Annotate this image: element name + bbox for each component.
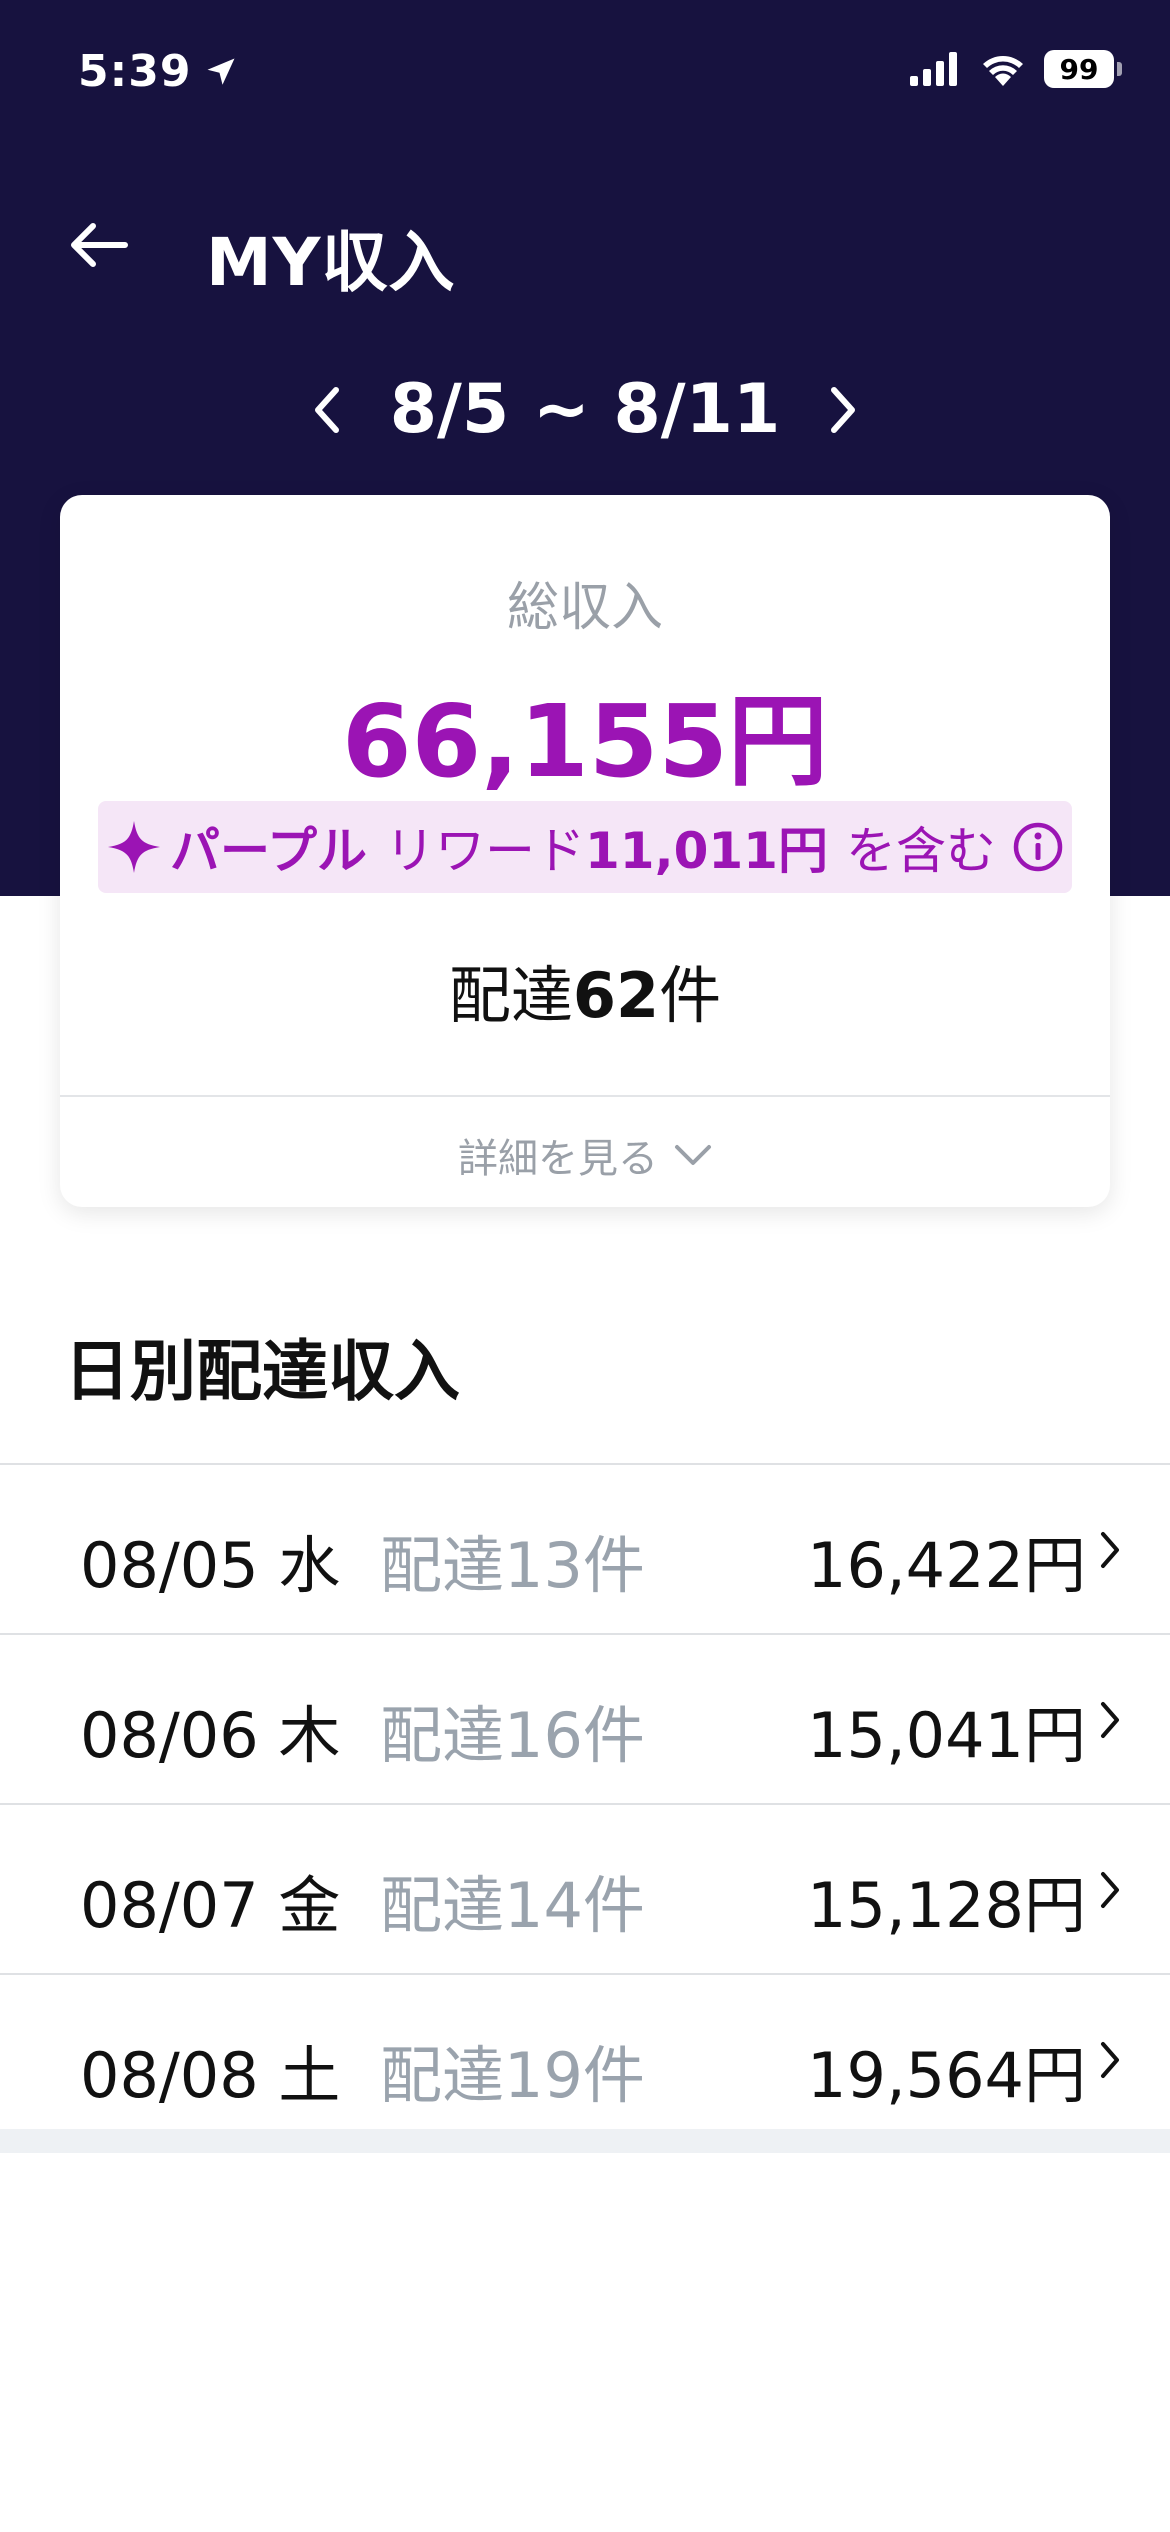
reward-info-button[interactable] — [1012, 821, 1064, 873]
chevron-right-icon — [831, 387, 855, 433]
row-chevron-right-icon — [1090, 2035, 1130, 2085]
row-delivery-count: 配達13件 — [380, 1529, 645, 1602]
row-amount: 19,564円 — [807, 2039, 1086, 2112]
daily-row[interactable]: 08/07 金 配達14件 15,128円 — [0, 1805, 1170, 1975]
sparkle-icon — [108, 821, 161, 873]
row-chevron-right-icon — [1090, 1525, 1130, 1575]
delivery-count: 配達62件 — [60, 945, 1110, 1035]
page-title: MY収入 — [206, 224, 456, 301]
delivery-count-suffix: 件 — [659, 959, 722, 1032]
week-selector: 8/5 ~ 8/11 — [0, 360, 1170, 460]
row-delivery-count: 配達19件 — [380, 2039, 645, 2112]
details-label: 詳細を見る — [458, 1136, 658, 1182]
total-income-label: 総収入 — [506, 578, 663, 638]
back-button[interactable] — [64, 215, 134, 275]
next-week-button[interactable] — [808, 372, 878, 448]
row-date: 08/06 木 — [80, 1699, 341, 1772]
card-divider — [60, 1095, 1110, 1097]
daily-income-title: 日別配達収入 — [64, 1333, 460, 1410]
daily-income-list: 08/05 水 配達13件 16,422円 08/06 木 配達16件 15,0… — [0, 1463, 1170, 2145]
chevron-down-icon — [675, 1145, 711, 1165]
status-time: 5:39 — [78, 46, 192, 97]
reward-amount: 11,011円 — [585, 822, 828, 880]
row-amount: 15,041円 — [807, 1699, 1086, 1772]
nav-bar: MY収入 — [0, 195, 1170, 301]
signal-icon — [910, 52, 957, 86]
daily-row[interactable]: 08/08 土 配達19件 19,564円 — [0, 1975, 1170, 2145]
row-date: 08/07 金 — [80, 1869, 341, 1942]
delivery-count-prefix: 配達 — [448, 959, 573, 1032]
reward-suffix: を含む — [845, 822, 996, 880]
status-time-group: 5:39 — [78, 46, 239, 97]
list-footer-divider — [0, 2129, 1170, 2153]
total-income-amount: 66,155円 — [342, 683, 828, 800]
row-chevron-right-icon — [1090, 1865, 1130, 1915]
delivery-count-value: 62 — [572, 959, 660, 1032]
income-summary-card: 総収入 66,155円 パープル リワード 11,011円 を含む 配達62件 … — [60, 495, 1110, 1207]
battery-icon: 99 — [1044, 50, 1122, 88]
reward-banner: パープル リワード 11,011円 を含む — [98, 801, 1072, 893]
row-date: 08/08 土 — [80, 2039, 341, 2112]
location-arrow-icon — [207, 58, 235, 85]
status-bar: 5:39 99 — [0, 0, 1170, 140]
row-delivery-count: 配達14件 — [380, 1869, 645, 1942]
battery-level: 99 — [1059, 52, 1099, 86]
row-delivery-count: 配達16件 — [380, 1699, 645, 1772]
details-toggle-button[interactable]: 詳細を見る — [60, 1125, 1110, 1185]
wifi-icon — [983, 56, 1023, 86]
back-arrow-icon — [71, 223, 128, 267]
status-indicators: 99 — [910, 50, 1122, 88]
row-date: 08/05 水 — [80, 1529, 341, 1602]
info-icon — [1013, 822, 1063, 872]
daily-row[interactable]: 08/06 木 配達16件 15,041円 — [0, 1635, 1170, 1805]
row-amount: 15,128円 — [807, 1869, 1086, 1942]
reward-label: リワード — [385, 822, 586, 880]
row-chevron-right-icon — [1090, 1695, 1130, 1745]
row-amount: 16,422円 — [807, 1529, 1086, 1602]
week-range: 8/5 ~ 8/11 — [389, 370, 781, 449]
daily-row[interactable]: 08/05 水 配達13件 16,422円 — [0, 1465, 1170, 1635]
reward-brand: パープル — [170, 822, 368, 880]
